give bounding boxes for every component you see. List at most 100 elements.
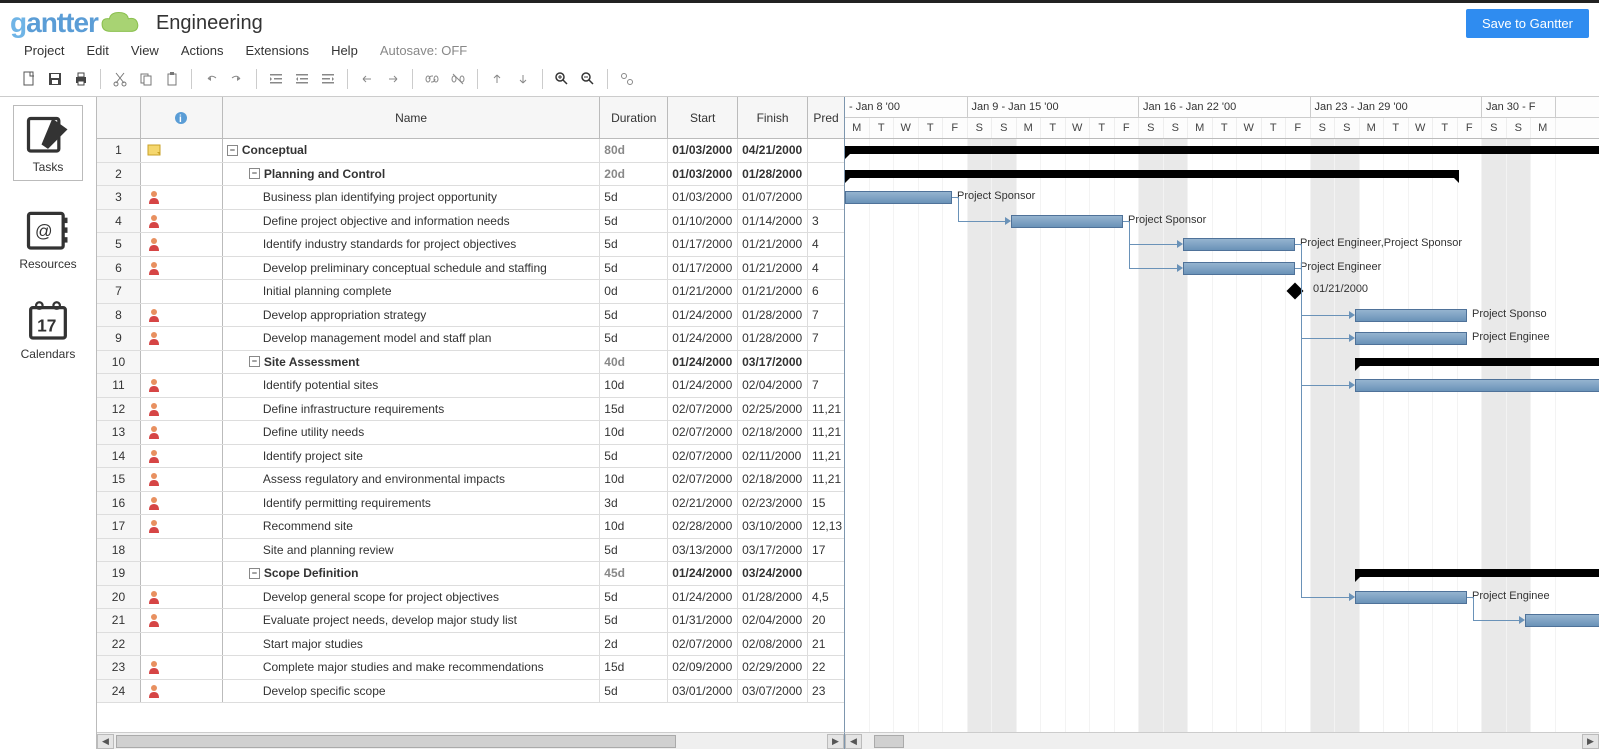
finish-cell[interactable]: 01/21/2000 xyxy=(738,233,808,256)
row-number[interactable]: 3 xyxy=(97,186,141,209)
row-number[interactable]: 15 xyxy=(97,468,141,491)
task-name-cell[interactable]: −Scope Definition xyxy=(223,562,600,585)
duration-cell[interactable]: 20d xyxy=(600,163,668,186)
row-number[interactable]: 20 xyxy=(97,586,141,609)
row-number[interactable]: 11 xyxy=(97,374,141,397)
finish-cell[interactable]: 02/18/2000 xyxy=(738,468,808,491)
duration-cell[interactable]: 10d xyxy=(600,468,668,491)
task-row[interactable]: 23Complete major studies and make recomm… xyxy=(97,656,844,680)
row-number[interactable]: 12 xyxy=(97,398,141,421)
pred-cell[interactable] xyxy=(808,163,844,186)
pred-cell[interactable]: 11,21 xyxy=(808,398,844,421)
task-name-cell[interactable]: −Conceptual xyxy=(223,139,600,162)
pred-cell[interactable]: 15 xyxy=(808,492,844,515)
row-number[interactable]: 2 xyxy=(97,163,141,186)
gantt-row[interactable] xyxy=(845,445,1599,469)
row-number[interactable]: 1 xyxy=(97,139,141,162)
gantt-row[interactable] xyxy=(845,539,1599,563)
task-row[interactable]: 11Identify potential sites10d01/24/20000… xyxy=(97,374,844,398)
row-number[interactable]: 4 xyxy=(97,210,141,233)
finish-cell[interactable]: 02/18/2000 xyxy=(738,421,808,444)
scroll-left-icon[interactable]: ◀ xyxy=(845,734,862,749)
finish-cell[interactable]: 03/24/2000 xyxy=(738,562,808,585)
gantt-row[interactable]: Project Engineer xyxy=(845,257,1599,281)
print-icon[interactable] xyxy=(70,68,92,90)
task-name-cell[interactable]: −Site Assessment xyxy=(223,351,600,374)
start-cell[interactable]: 01/24/2000 xyxy=(668,562,738,585)
duration-cell[interactable]: 5d xyxy=(600,539,668,562)
row-number[interactable]: 24 xyxy=(97,680,141,703)
gantt-row[interactable] xyxy=(845,163,1599,187)
arrow-left-icon[interactable] xyxy=(356,68,378,90)
header-duration[interactable]: Duration xyxy=(600,97,668,138)
task-row[interactable]: 14Identify project site5d02/07/200002/11… xyxy=(97,445,844,469)
finish-cell[interactable]: 03/17/2000 xyxy=(738,351,808,374)
start-cell[interactable]: 01/03/2000 xyxy=(668,139,738,162)
start-cell[interactable]: 02/28/2000 xyxy=(668,515,738,538)
grid-hscroll[interactable]: ◀ ▶ xyxy=(97,732,845,749)
row-number[interactable]: 21 xyxy=(97,609,141,632)
task-name-cell[interactable]: Define infrastructure requirements xyxy=(223,398,600,421)
finish-cell[interactable]: 01/21/2000 xyxy=(738,257,808,280)
pred-cell[interactable]: 22 xyxy=(808,656,844,679)
start-cell[interactable]: 01/03/2000 xyxy=(668,163,738,186)
header-info[interactable]: i xyxy=(141,97,223,138)
gantt-body[interactable]: Project SponsorProject SponsorProject En… xyxy=(845,139,1599,732)
pred-cell[interactable]: 23 xyxy=(808,680,844,703)
task-name-cell[interactable]: Identify industry standards for project … xyxy=(223,233,600,256)
task-row[interactable]: 21 Evaluate project needs, develop major … xyxy=(97,609,844,633)
header-start[interactable]: Start xyxy=(668,97,738,138)
finish-cell[interactable]: 01/28/2000 xyxy=(738,304,808,327)
finish-cell[interactable]: 03/10/2000 xyxy=(738,515,808,538)
gantt-row[interactable] xyxy=(845,492,1599,516)
sidebar-item-calendars[interactable]: 17 Calendars xyxy=(21,299,76,361)
pred-cell[interactable]: 20 xyxy=(808,609,844,632)
menu-actions[interactable]: Actions xyxy=(181,43,224,58)
row-number[interactable]: 22 xyxy=(97,633,141,656)
duration-cell[interactable]: 15d xyxy=(600,656,668,679)
row-number[interactable]: 13 xyxy=(97,421,141,444)
arrow-right-icon[interactable] xyxy=(382,68,404,90)
gantt-row[interactable] xyxy=(845,374,1599,398)
menu-extensions[interactable]: Extensions xyxy=(245,43,309,58)
menu-project[interactable]: Project xyxy=(24,43,64,58)
sidebar-item-resources[interactable]: @ Resources xyxy=(19,209,76,271)
task-row[interactable]: 15Assess regulatory and environmental im… xyxy=(97,468,844,492)
finish-cell[interactable]: 01/07/2000 xyxy=(738,186,808,209)
task-name-cell[interactable]: Develop specific scope xyxy=(223,680,600,703)
task-name-cell[interactable]: Evaluate project needs, develop major st… xyxy=(223,609,600,632)
undo-icon[interactable] xyxy=(200,68,222,90)
scroll-right-icon[interactable]: ▶ xyxy=(1582,734,1599,749)
pred-cell[interactable]: 21 xyxy=(808,633,844,656)
duration-cell[interactable]: 5d xyxy=(600,680,668,703)
scroll-right-icon[interactable]: ▶ xyxy=(827,734,844,749)
start-cell[interactable]: 03/01/2000 xyxy=(668,680,738,703)
gantt-row[interactable] xyxy=(845,468,1599,492)
duration-cell[interactable]: 3d xyxy=(600,492,668,515)
duration-cell[interactable]: 5d xyxy=(600,445,668,468)
task-row[interactable]: 13Define utility needs10d02/07/200002/18… xyxy=(97,421,844,445)
duration-cell[interactable]: 5d xyxy=(600,327,668,350)
finish-cell[interactable]: 02/08/2000 xyxy=(738,633,808,656)
task-row[interactable]: 9Develop management model and staff plan… xyxy=(97,327,844,351)
task-name-cell[interactable]: Business plan identifying project opport… xyxy=(223,186,600,209)
task-name-cell[interactable]: Site and planning review xyxy=(223,539,600,562)
copy-icon[interactable] xyxy=(135,68,157,90)
finish-cell[interactable]: 01/28/2000 xyxy=(738,586,808,609)
scroll-left-icon[interactable]: ◀ xyxy=(97,734,114,749)
duration-cell[interactable]: 5d xyxy=(600,257,668,280)
duration-cell[interactable]: 5d xyxy=(600,233,668,256)
pred-cell[interactable]: 4,5 xyxy=(808,586,844,609)
task-name-cell[interactable]: Complete major studies and make recommen… xyxy=(223,656,600,679)
start-cell[interactable]: 02/21/2000 xyxy=(668,492,738,515)
summary-bar[interactable] xyxy=(1355,569,1599,577)
finish-cell[interactable]: 02/23/2000 xyxy=(738,492,808,515)
collapse-toggle[interactable]: − xyxy=(249,168,260,179)
finish-cell[interactable]: 01/28/2000 xyxy=(738,163,808,186)
duration-cell[interactable]: 5d xyxy=(600,210,668,233)
duration-cell[interactable]: 5d xyxy=(600,304,668,327)
start-cell[interactable]: 01/03/2000 xyxy=(668,186,738,209)
pred-cell[interactable]: 4 xyxy=(808,257,844,280)
task-name-cell[interactable]: Initial planning complete xyxy=(223,280,600,303)
finish-cell[interactable]: 04/21/2000 xyxy=(738,139,808,162)
